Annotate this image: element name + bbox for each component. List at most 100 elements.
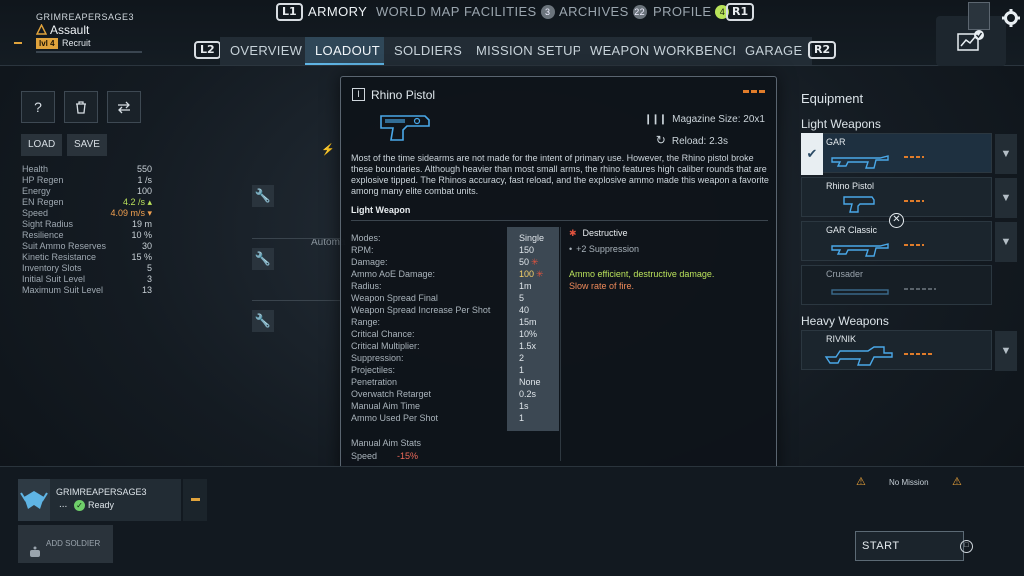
weapon-stat-value: None (519, 377, 541, 387)
weapon-stat-label: Ammo AoE Damage: (351, 269, 436, 279)
wrench-icon[interactable]: 🔧 (252, 310, 274, 332)
chart-check-icon (957, 29, 985, 56)
l2-shoulder-button[interactable]: L2 (194, 41, 221, 59)
info-icon: I (352, 88, 365, 101)
subtab-mission-setup[interactable]: MISSION SETUP (466, 37, 592, 65)
weapon-stat-value: 10% (519, 329, 538, 339)
rarity-indicator (904, 244, 924, 246)
player-class: Assault (50, 23, 90, 37)
tab-world-map[interactable]: WORLD MAP (376, 4, 460, 20)
tab-profile[interactable]: PROFILE 4 (653, 4, 730, 20)
weapon-card-crusader[interactable]: Crusader (801, 265, 992, 305)
mission-status: No Mission (889, 478, 929, 487)
stat-value: 550 (136, 164, 152, 174)
rarity-indicator (743, 90, 765, 93)
start-button[interactable]: START (855, 531, 964, 561)
transfer-button[interactable] (107, 91, 141, 123)
load-button[interactable]: LOAD (21, 134, 63, 156)
pistol-icon (842, 194, 876, 217)
add-soldier-button[interactable]: ADD SOLDIER (18, 525, 113, 563)
subtab-weapon-workbench[interactable]: WEAPON WORKBENCH (580, 37, 753, 65)
stat-value: 13 (141, 285, 152, 295)
stat-value: 19 m (131, 219, 152, 229)
settings-gear-icon[interactable] (1001, 8, 1021, 28)
weapon-stat-value: 100 ✳ (519, 269, 544, 279)
soldier-name: GRIMREAPERSAGE3 (56, 487, 147, 497)
weapon-card-gar[interactable]: GAR (801, 133, 992, 173)
heavy-weapon-icon (824, 345, 894, 372)
stat-value: 4.09 m/s ▾ (110, 208, 152, 218)
chevron-down-icon[interactable]: ▼ (995, 178, 1017, 218)
weapon-stat-label: Range: (351, 317, 381, 327)
stat-label: Sight Radius (22, 219, 74, 229)
chevron-down-icon[interactable]: ▼ (995, 331, 1017, 371)
weapon-stat-value: 1 (519, 413, 525, 423)
wrench-icon[interactable]: 🔧 (252, 185, 274, 207)
stat-row: Energy 100 (22, 186, 152, 197)
more-options-icon[interactable]: ... (59, 499, 67, 510)
stat-row: Resilience 10 % (22, 230, 152, 241)
warning-icon: ⚠ (856, 476, 866, 488)
minimize-icon[interactable] (14, 42, 22, 44)
chevron-down-icon[interactable]: ▼ (995, 134, 1017, 174)
weapon-stat-value: 150 (519, 245, 535, 255)
weapon-stat-label: Damage: (351, 257, 388, 267)
weapon-stat-label: Manual Aim Time (351, 401, 421, 411)
help-button[interactable]: ? (21, 91, 55, 123)
stat-label: Kinetic Resistance (22, 252, 97, 262)
stat-value: 1 /s (137, 175, 152, 185)
weapon-card-rivnik[interactable]: RIVNIK (801, 330, 992, 370)
weapon-stat-label: Critical Chance: (351, 329, 415, 339)
ammo-icon: ❙❙❙ (644, 114, 667, 125)
equipped-checkbox[interactable]: ✔ (801, 133, 823, 175)
wrench-icon[interactable]: 🔧 (252, 248, 274, 270)
r2-shoulder-button[interactable]: R2 (808, 41, 837, 59)
facilities-badge: 3 (540, 5, 555, 19)
weapon-card-rhino-pistol[interactable]: Rhino Pistol (801, 177, 992, 217)
stat-row: Initial Suit Level 3 (22, 274, 152, 285)
close-icon[interactable]: ✕ (889, 213, 904, 228)
weapon-stat-value: 50 ✳ (519, 257, 539, 267)
reload-icon: ↻ (655, 133, 666, 147)
stat-value: 30 (141, 241, 152, 251)
tab-archives[interactable]: ARCHIVES 22 (559, 4, 647, 20)
soldier-status: Ready (88, 500, 115, 510)
subtab-soldiers[interactable]: SOLDIERS (384, 37, 473, 65)
rarity-indicator (904, 156, 924, 158)
chevron-down-icon[interactable]: ▼ (995, 222, 1017, 262)
ready-check-icon: ✓ (74, 500, 85, 511)
delete-button[interactable] (64, 91, 98, 123)
subtab-garage[interactable]: GARAGE (735, 37, 813, 65)
xp-bar (36, 51, 142, 53)
l1-shoulder-button[interactable]: L1 (276, 3, 303, 21)
rarity-indicator (904, 288, 936, 290)
weapon-name: Rhino Pistol (826, 181, 875, 191)
subtab-overview[interactable]: OVERVIEW (220, 37, 313, 65)
speed-value: -15% (397, 451, 419, 461)
swap-arrows-icon (118, 101, 130, 114)
player-rank: Recruit (62, 38, 91, 48)
r1-shoulder-button[interactable]: R1 (726, 3, 755, 21)
stat-label: Health (22, 164, 49, 174)
weapon-name: GAR (826, 137, 846, 147)
light-weapons-header: Light Weapons (801, 117, 881, 131)
stat-label: Maximum Suit Level (22, 285, 104, 295)
class-icon (35, 23, 48, 35)
soldier-avatar (18, 479, 50, 521)
stat-value: 15 % (131, 252, 152, 262)
pistol-image (377, 110, 433, 147)
weapon-stat-value: Single (519, 233, 545, 243)
notification-icon[interactable] (968, 2, 990, 30)
warning-icon: ⚠ (952, 476, 962, 488)
subtab-loadout[interactable]: LOADOUT (305, 37, 390, 65)
weapon-name: Crusader (826, 269, 864, 279)
stat-label: HP Regen (22, 175, 64, 185)
weapon-stat-value: 40 (519, 305, 530, 315)
soldier-rank-bar (183, 479, 207, 521)
divider (351, 220, 768, 221)
tab-armory[interactable]: ARMORY (308, 4, 367, 20)
save-button[interactable]: SAVE (67, 134, 107, 156)
trait-name: ✱ Destructive (569, 228, 628, 238)
weapon-stat-label: Suppression: (351, 353, 404, 363)
tab-facilities[interactable]: FACILITIES 3 (464, 4, 555, 20)
